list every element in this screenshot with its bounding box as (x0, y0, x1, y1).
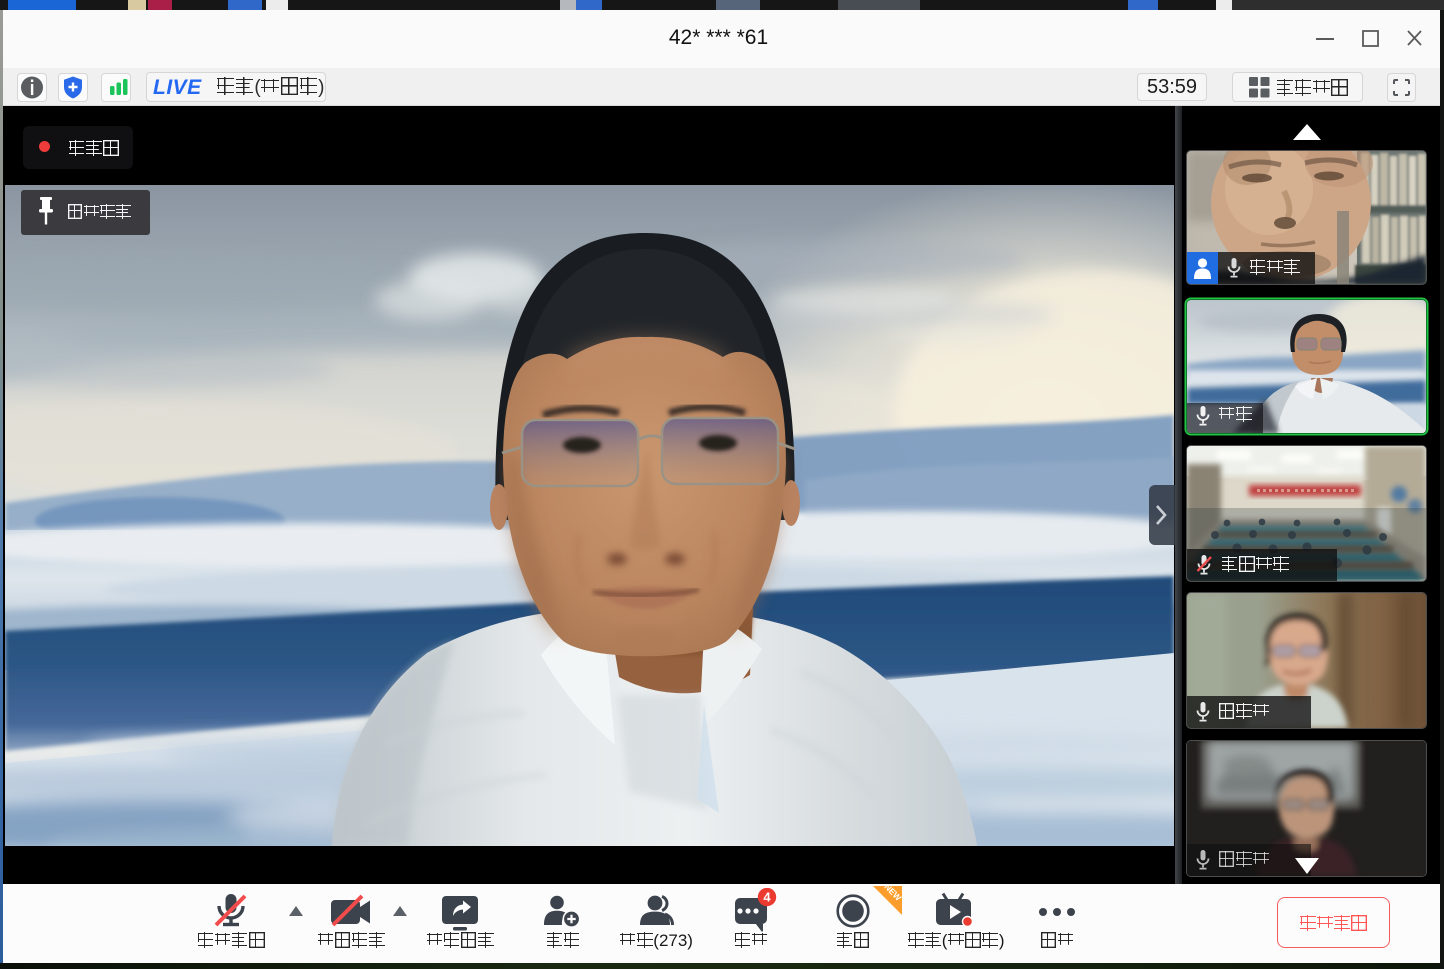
svg-text:4: 4 (763, 889, 771, 904)
